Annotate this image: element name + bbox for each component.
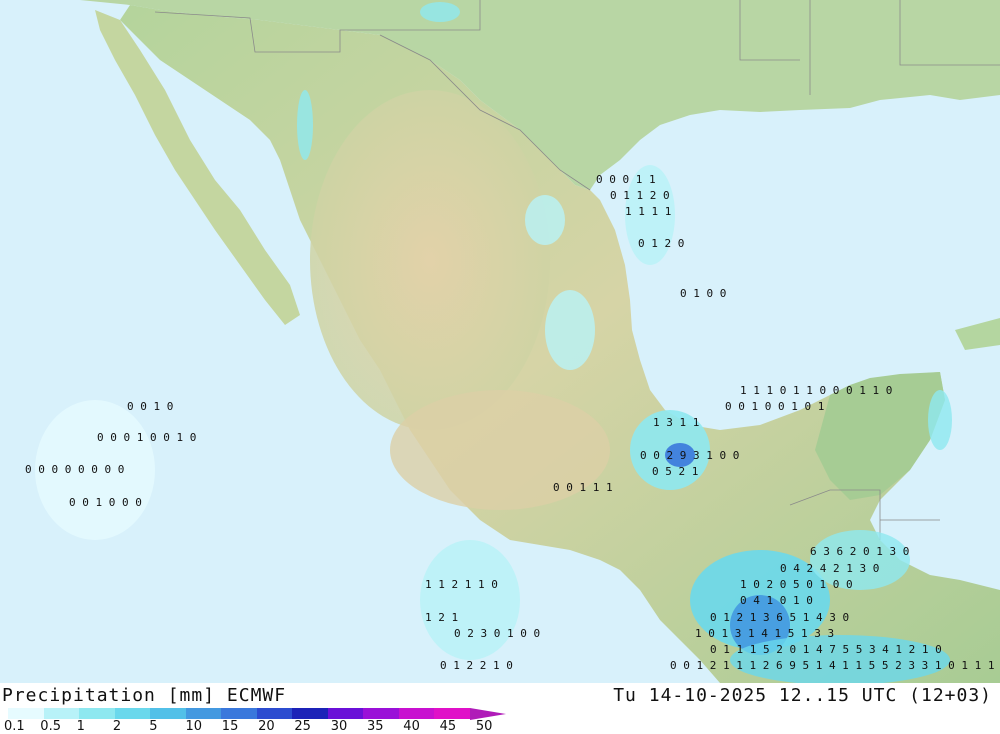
map-label: 1 2 1 [425,611,458,624]
scale-swatch [8,708,44,719]
map-label: 0 1 2 0 [638,237,684,250]
forecast-datetime: Tu 14-10-2025 12..15 UTC (12+03) [613,685,992,706]
scale-swatch [256,708,292,719]
map-label: 0 0 2 9 3 1 0 0 [640,449,739,462]
map-label: 0 1 2 2 1 0 [440,659,513,672]
scale-swatch [221,708,257,719]
map-label: 0 1 1 1 5 2 0 1 4 7 5 5 3 4 1 2 1 0 [710,643,942,656]
color-scale-labels: 0.1 0.5 1 2 5 10 15 20 25 30 35 40 45 50 [0,719,560,734]
map-label: 6 3 6 2 0 1 3 0 [810,545,909,558]
central-plateau [310,90,550,430]
map-label: 0 1 1 2 0 [610,189,670,202]
map-label: 1 1 1 1 [625,205,671,218]
scale-label: 0.5 [40,719,61,734]
scale-label: 1 [76,719,85,734]
map-label: 0 0 1 0 0 0 [69,496,142,509]
scale-swatch [185,708,221,719]
map-label: 0 1 2 1 3 6 5 1 4 3 0 [710,611,849,624]
map-label: 0 0 1 1 1 [553,481,613,494]
map-label: 0 0 0 1 0 0 1 0 [97,431,196,444]
map-label: 0 0 1 0 0 1 0 1 [725,400,824,413]
map-label: 0 4 1 0 1 0 [740,594,813,607]
scale-label: 10 [185,719,203,734]
scale-swatch [434,708,470,719]
map-label: 0 1 0 0 [680,287,726,300]
scale-swatch [363,708,399,719]
scale-label: 45 [439,719,457,734]
scale-swatch [327,708,363,719]
map-label: 0 0 0 1 1 [596,173,656,186]
map-label: 0 4 2 4 2 1 3 0 [780,562,879,575]
map-label: 1 3 1 1 [653,416,699,429]
scale-label: 40 [403,719,420,734]
scale-label: 50 [475,719,493,734]
scale-swatch [79,708,115,719]
scale-swatch [292,708,328,719]
scale-swatch [398,708,434,719]
scale-label: 20 [258,719,275,734]
map-label: 1 0 2 0 5 0 1 0 0 [740,578,853,591]
scale-label: 2 [112,719,122,734]
scale-label: 15 [221,719,239,734]
map-label: 1 0 1 3 1 4 1 5 1 3 3 [695,627,834,640]
map-label: 0 2 3 0 1 0 0 [454,627,540,640]
scale-swatch [43,708,79,719]
scale-label: 25 [294,719,311,734]
map-label: 0 5 2 1 [652,465,698,478]
scale-label: 0.1 [4,719,25,734]
map-label: 0 0 0 0 0 0 0 0 [25,463,124,476]
scale-swatch [150,708,186,719]
map-label: 1 1 1 0 1 1 0 0 0 1 1 0 [740,384,892,397]
scale-label: 30 [330,719,348,734]
precipitation-map: 0 0 0 1 1 0 1 1 2 0 1 1 1 1 0 1 2 0 0 1 … [0,0,1000,683]
map-title: Precipitation [mm] ECMWF [2,685,287,706]
scale-label: 5 [149,719,158,734]
map-label: 0 0 1 2 1 1 1 2 6 9 5 1 4 1 1 5 5 2 3 3 … [670,659,995,672]
scale-swatch [114,708,150,719]
scale-label: 35 [367,719,384,734]
map-footer: Precipitation [mm] ECMWF Tu 14-10-2025 1… [0,683,1000,734]
map-label: 0 0 1 0 [127,400,173,413]
map-label: 1 1 2 1 1 0 [425,578,498,591]
